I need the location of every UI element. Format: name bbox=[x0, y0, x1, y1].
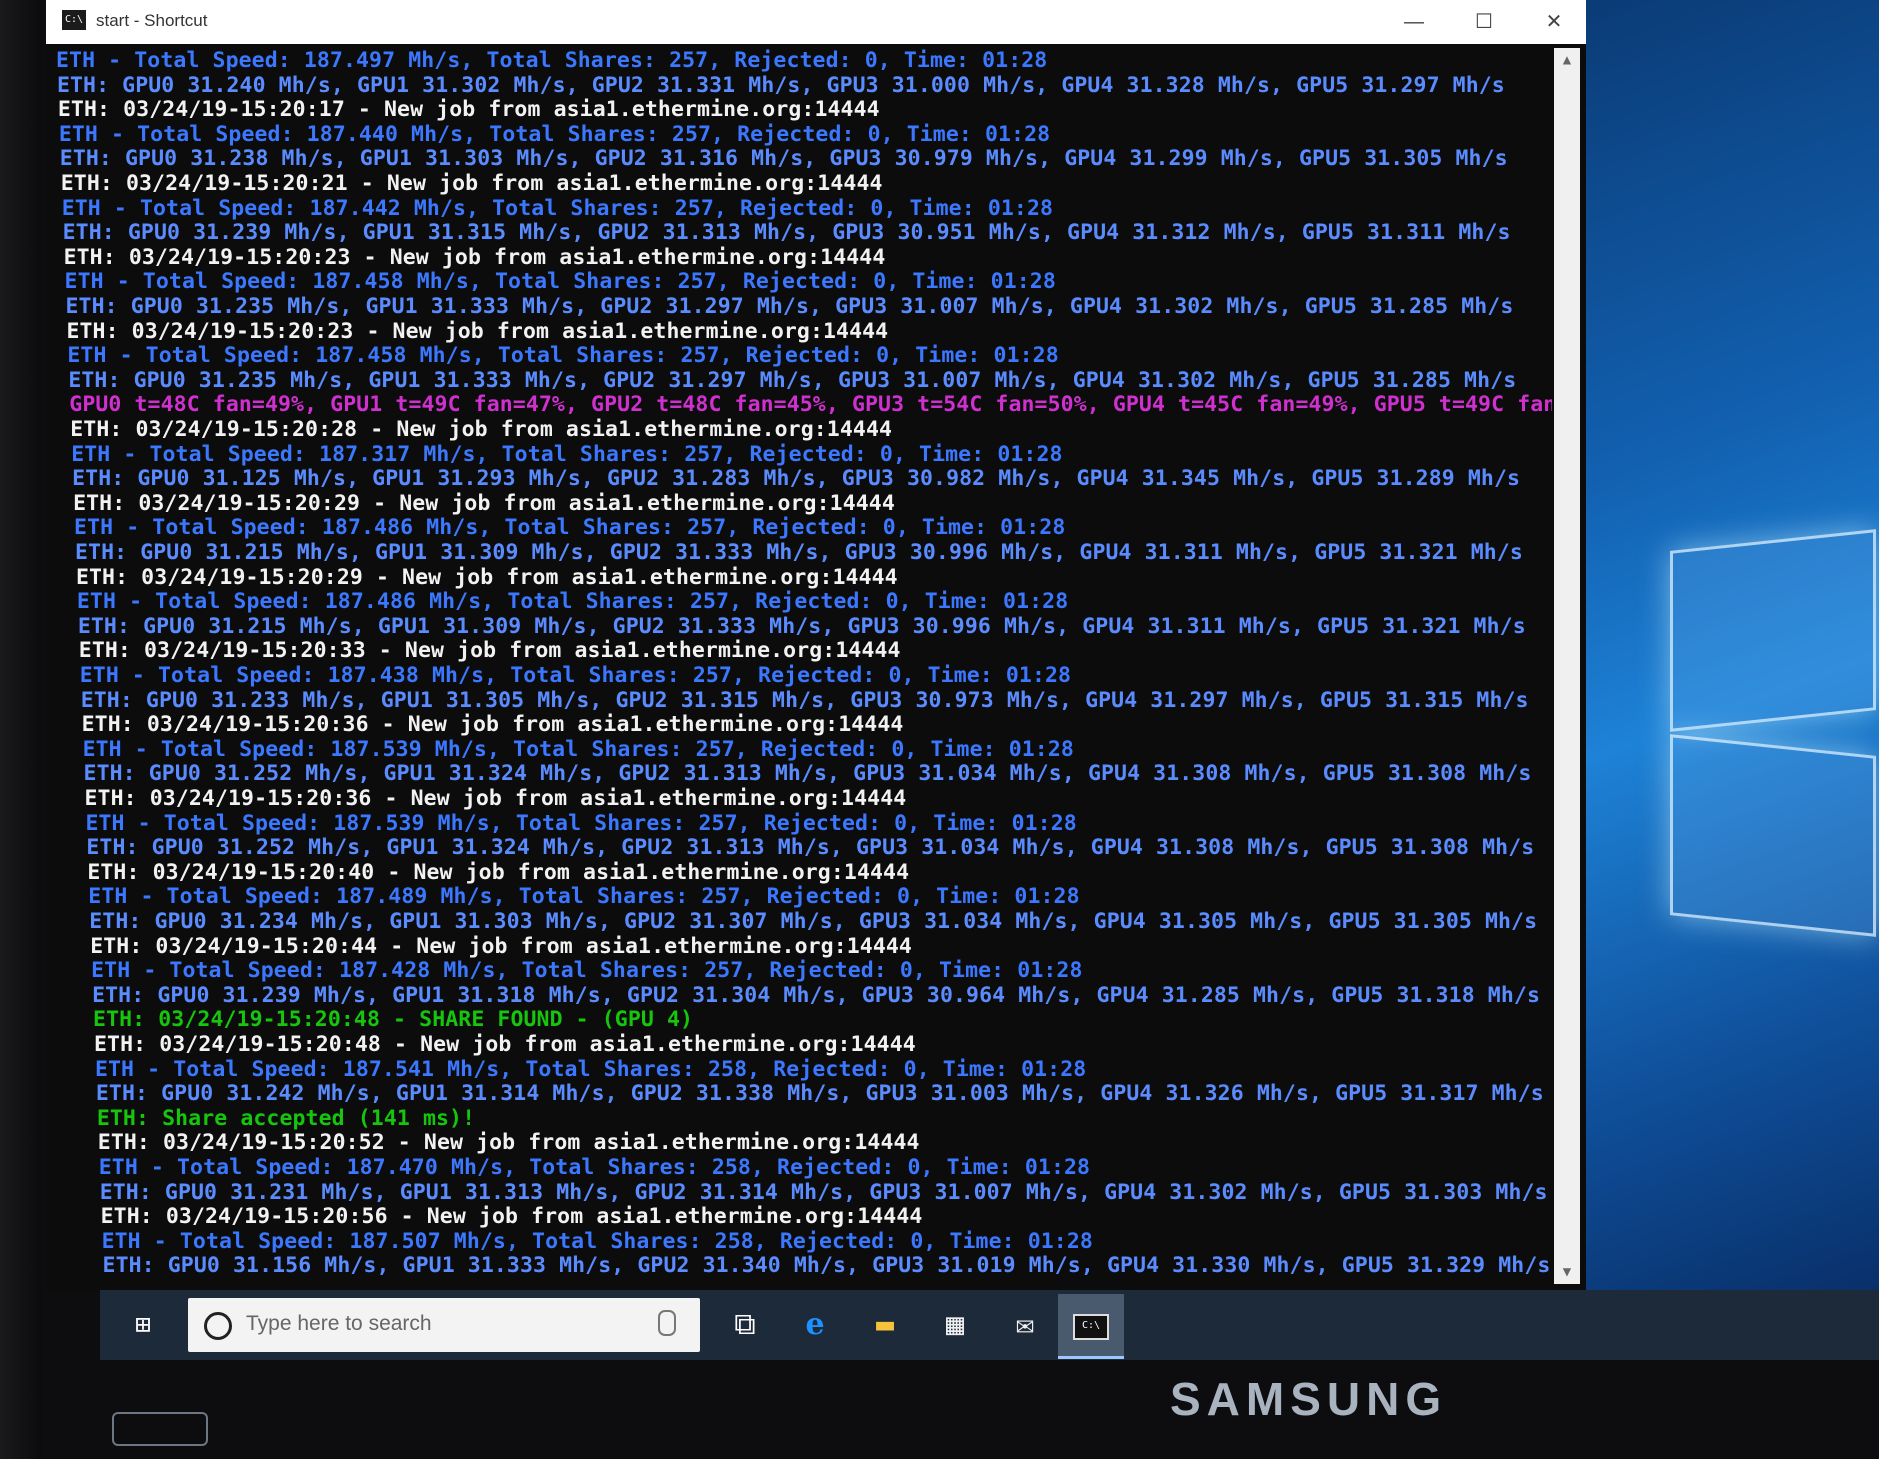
console-window[interactable]: C:\ start - Shortcut — ☐ ✕ ETH - Total S… bbox=[46, 0, 1586, 1290]
console-line: ETH: GPU0 31.252 Mh/s, GPU1 31.324 Mh/s,… bbox=[86, 835, 1535, 861]
console-line: ETH: GPU0 31.231 Mh/s, GPU1 31.313 Mh/s,… bbox=[99, 1179, 1548, 1205]
console-line: ETH: GPU0 31.215 Mh/s, GPU1 31.309 Mh/s,… bbox=[75, 540, 1523, 565]
console-line: ETH: 03/24/19-15:20:29 - New job from as… bbox=[73, 490, 895, 516]
console-line: ETH: GPU0 31.252 Mh/s, GPU1 31.324 Mh/s,… bbox=[83, 761, 1532, 787]
console-line: ETH - Total Speed: 187.458 Mh/s, Total S… bbox=[64, 269, 1056, 295]
monitor-led-indicator bbox=[112, 1412, 208, 1446]
console-line: ETH: 03/24/19-15:20:48 - SHARE FOUND - (… bbox=[93, 1007, 694, 1033]
console-line: ETH: 03/24/19-15:20:23 - New job from as… bbox=[63, 244, 886, 270]
console-line: ETH - Total Speed: 187.317 Mh/s, Total S… bbox=[71, 441, 1063, 467]
console-line: ETH: Share accepted (141 ms)! bbox=[96, 1105, 476, 1131]
console-line: ETH - Total Speed: 187.539 Mh/s, Total S… bbox=[85, 810, 1077, 836]
console-line: ETH: 03/24/19-15:20:48 - New job from as… bbox=[94, 1032, 916, 1057]
console-line: ETH: 03/24/19-15:20:44 - New job from as… bbox=[90, 933, 912, 959]
store-icon[interactable]: ▦ bbox=[930, 1300, 980, 1350]
console-line: ETH: GPU0 31.156 Mh/s, GPU1 31.333 Mh/s,… bbox=[102, 1253, 1551, 1279]
task-view-icon[interactable]: ⧉ bbox=[720, 1300, 770, 1350]
console-line: ETH: 03/24/19-15:20:17 - New job from as… bbox=[57, 97, 880, 123]
desktop-wallpaper bbox=[1540, 0, 1879, 1290]
microphone-icon[interactable] bbox=[658, 1310, 676, 1336]
console-line: ETH: 03/24/19-15:20:40 - New job from as… bbox=[87, 859, 910, 885]
title-bar[interactable]: C:\ start - Shortcut — ☐ ✕ bbox=[46, 0, 1586, 44]
scroll-down-arrow-icon[interactable]: ▼ bbox=[1554, 1260, 1580, 1284]
console-line: ETH: 03/24/19-15:20:29 - New job from as… bbox=[75, 564, 898, 590]
search-input[interactable]: Type here to search bbox=[188, 1298, 700, 1352]
windows-start-icon[interactable]: ⊞ bbox=[120, 1302, 166, 1348]
console-line: ETH: GPU0 31.233 Mh/s, GPU1 31.305 Mh/s,… bbox=[80, 687, 1529, 713]
minimize-button[interactable]: — bbox=[1386, 6, 1442, 38]
edge-icon[interactable]: e bbox=[790, 1300, 840, 1350]
vertical-scrollbar[interactable]: ▲ ▼ bbox=[1554, 48, 1580, 1284]
console-line: ETH: 03/24/19-15:20:36 - New job from as… bbox=[81, 712, 904, 738]
console-line: ETH - Total Speed: 187.486 Mh/s, Total S… bbox=[76, 589, 1069, 615]
maximize-button[interactable]: ☐ bbox=[1456, 6, 1512, 38]
console-line: ETH: GPU0 31.242 Mh/s, GPU1 31.314 Mh/s,… bbox=[95, 1081, 1544, 1107]
console-line: ETH - Total Speed: 187.442 Mh/s, Total S… bbox=[61, 195, 1054, 221]
console-line: ETH - Total Speed: 187.470 Mh/s, Total S… bbox=[98, 1155, 1091, 1180]
console-line: ETH - Total Speed: 187.539 Mh/s, Total S… bbox=[82, 736, 1074, 762]
console-line: ETH: 03/24/19-15:20:21 - New job from as… bbox=[60, 171, 883, 196]
cortana-circle-icon bbox=[204, 1312, 232, 1340]
console-line: ETH: GPU0 31.235 Mh/s, GPU1 31.333 Mh/s,… bbox=[65, 294, 1514, 319]
console-line: ETH - Total Speed: 187.497 Mh/s, Total S… bbox=[56, 48, 1048, 73]
window-title: start - Shortcut bbox=[96, 11, 208, 30]
search-placeholder: Type here to search bbox=[246, 1312, 432, 1335]
console-line: ETH - Total Speed: 187.507 Mh/s, Total S… bbox=[101, 1228, 1093, 1254]
monitor-brand-logo: SAMSUNG bbox=[1170, 1373, 1448, 1425]
console-line: ETH - Total Speed: 187.486 Mh/s, Total S… bbox=[74, 515, 1066, 541]
console-line: ETH - Total Speed: 187.428 Mh/s, Total S… bbox=[91, 958, 1083, 984]
monitor-bezel bbox=[0, 0, 42, 1459]
console-line: ETH: GPU0 31.234 Mh/s, GPU1 31.303 Mh/s,… bbox=[89, 909, 1538, 934]
console-line: ETH: GPU0 31.239 Mh/s, GPU1 31.315 Mh/s,… bbox=[62, 220, 1511, 246]
console-line: ETH: GPU0 31.235 Mh/s, GPU1 31.333 Mh/s,… bbox=[68, 367, 1517, 393]
console-line: ETH: GPU0 31.239 Mh/s, GPU1 31.318 Mh/s,… bbox=[92, 982, 1540, 1008]
command-prompt-icon[interactable]: C:\ bbox=[1058, 1294, 1124, 1359]
console-line: ETH: GPU0 31.240 Mh/s, GPU1 31.302 Mh/s,… bbox=[56, 72, 1505, 98]
console-line: ETH: GPU0 31.125 Mh/s, GPU1 31.293 Mh/s,… bbox=[72, 466, 1521, 492]
scroll-up-arrow-icon[interactable]: ▲ bbox=[1554, 48, 1580, 72]
console-line: ETH - Total Speed: 187.440 Mh/s, Total S… bbox=[58, 121, 1051, 147]
console-line: GPU0 t=48C fan=49%, GPU1 t=49C fan=47%, … bbox=[69, 392, 1552, 418]
console-line: ETH - Total Speed: 187.458 Mh/s, Total S… bbox=[67, 343, 1059, 369]
console-line: ETH: 03/24/19-15:20:52 - New job from as… bbox=[97, 1130, 920, 1156]
cmd-icon: C:\ bbox=[62, 10, 86, 30]
windows-logo-wallpaper bbox=[1670, 520, 1879, 940]
console-line: ETH: 03/24/19-15:20:23 - New job from as… bbox=[66, 318, 889, 344]
mail-icon[interactable]: ✉ bbox=[1000, 1300, 1050, 1350]
console-line: ETH: GPU0 31.238 Mh/s, GPU1 31.303 Mh/s,… bbox=[59, 146, 1508, 172]
console-line: ETH: 03/24/19-15:20:36 - New job from as… bbox=[84, 786, 907, 811]
console-output[interactable]: ETH - Total Speed: 187.497 Mh/s, Total S… bbox=[52, 48, 1552, 1284]
file-explorer-icon[interactable]: ▬ bbox=[860, 1300, 910, 1350]
console-line: ETH: 03/24/19-15:20:28 - New job from as… bbox=[70, 417, 893, 442]
console-line: ETH: GPU0 31.215 Mh/s, GPU1 31.309 Mh/s,… bbox=[77, 613, 1526, 639]
console-line: ETH - Total Speed: 187.438 Mh/s, Total S… bbox=[79, 663, 1072, 688]
console-line: ETH: 03/24/19-15:20:56 - New job from as… bbox=[100, 1204, 923, 1230]
close-button[interactable]: ✕ bbox=[1526, 6, 1582, 38]
console-line: ETH - Total Speed: 187.489 Mh/s, Total S… bbox=[88, 884, 1080, 910]
taskbar: ⊞ Type here to search ⧉ e ▬ ▦ ✉ C:\ bbox=[100, 1290, 1879, 1360]
console-line: ETH: 03/24/19-15:20:33 - New job from as… bbox=[78, 638, 901, 664]
console-line: ETH - Total Speed: 187.541 Mh/s, Total S… bbox=[94, 1056, 1087, 1082]
